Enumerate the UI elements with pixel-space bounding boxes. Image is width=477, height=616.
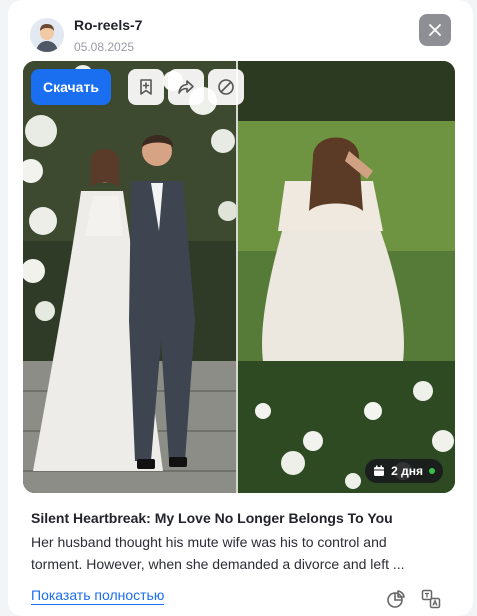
author-name[interactable]: Ro-reels-7 — [74, 17, 142, 33]
hide-button[interactable] — [208, 69, 244, 105]
avatar[interactable] — [30, 18, 64, 52]
show-more-link[interactable]: Показать полностью — [31, 587, 165, 605]
close-button[interactable] — [419, 14, 451, 46]
translate-button[interactable] — [420, 588, 442, 610]
block-icon — [218, 79, 234, 95]
pie-chart-icon — [387, 590, 405, 608]
close-icon — [429, 24, 441, 36]
translate-icon — [421, 589, 441, 609]
post-title: Silent Heartbreak: My Love No Longer Bel… — [31, 510, 393, 526]
save-button[interactable] — [128, 69, 164, 105]
post-age-label: 2 дня — [391, 464, 423, 478]
share-button[interactable] — [168, 69, 204, 105]
post-age-badge: 2 дня — [365, 459, 443, 483]
share-icon — [178, 80, 194, 94]
media-preview[interactable]: Скачать 2 дня — [23, 61, 455, 493]
post-date: 05.08.2025 — [74, 40, 135, 54]
preview-image — [23, 61, 455, 493]
bookmark-icon — [140, 79, 152, 95]
download-button[interactable]: Скачать — [31, 69, 111, 105]
calendar-icon — [374, 465, 385, 476]
online-dot — [429, 468, 435, 474]
stats-button[interactable] — [385, 588, 407, 610]
post-description: Her husband thought his mute wife was hi… — [31, 534, 405, 572]
post-card: Ro-reels-7 05.08.2025 Скачать 2 дня Sile… — [8, 0, 473, 616]
